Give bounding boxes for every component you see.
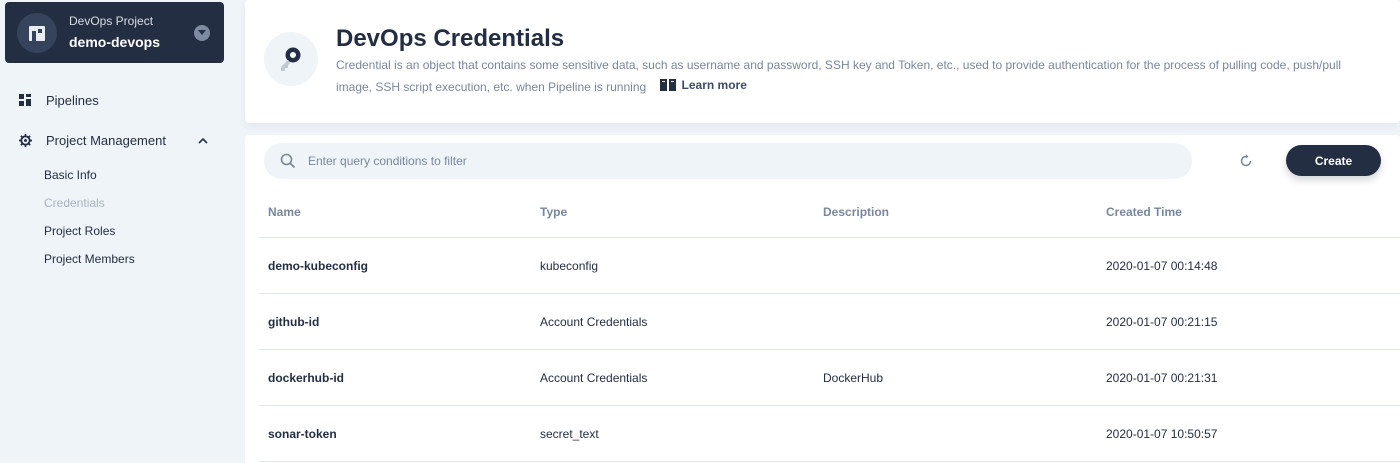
search-bar[interactable] <box>264 143 1192 179</box>
credential-created-time: 2020-01-07 00:21:15 <box>1106 314 1218 329</box>
gear-icon <box>18 134 32 148</box>
nav-project-management[interactable]: Project Management <box>18 133 166 148</box>
key-icon <box>264 32 318 86</box>
nav-pipelines-label: Pipelines <box>46 93 99 108</box>
nav-project-management-label: Project Management <box>46 133 166 148</box>
credentials-table: Name Type Description Created Time demo-… <box>259 187 1400 462</box>
book-icon <box>659 79 676 91</box>
credentials-panel: Create Name Type Description Created Tim… <box>245 135 1400 463</box>
credential-description: DockerHub <box>823 370 884 385</box>
project-kind: DevOps Project <box>69 14 154 28</box>
table-row[interactable]: github-id Account Credentials 2020-01-07… <box>259 294 1400 350</box>
chevron-down-icon[interactable] <box>194 24 210 41</box>
table-row[interactable]: demo-kubeconfig kubeconfig 2020-01-07 00… <box>259 238 1400 294</box>
credential-created-time: 2020-01-07 00:14:48 <box>1106 258 1218 273</box>
credential-type: kubeconfig <box>540 258 599 273</box>
credential-name[interactable]: dockerhub-id <box>259 371 530 385</box>
create-button[interactable]: Create <box>1286 145 1381 176</box>
page-title: DevOps Credentials <box>336 25 565 52</box>
column-name[interactable]: Name <box>259 205 530 219</box>
table-header: Name Type Description Created Time <box>259 187 1400 238</box>
credential-name[interactable]: github-id <box>259 315 530 329</box>
search-input[interactable] <box>308 154 1168 168</box>
credential-type: Account Credentials <box>540 314 648 329</box>
credential-type: Account Credentials <box>540 370 648 385</box>
refresh-icon[interactable] <box>1238 153 1254 169</box>
column-type[interactable]: Type <box>530 205 813 219</box>
project-selector[interactable]: DevOps Project demo-devops <box>5 2 224 63</box>
table-row[interactable]: dockerhub-id Account Credentials DockerH… <box>259 350 1400 406</box>
table-row[interactable]: sonar-token secret_text 2020-01-07 10:50… <box>259 406 1400 462</box>
page-header: DevOps Credentials Credential is an obje… <box>245 0 1400 123</box>
nav-pipelines[interactable]: Pipelines <box>18 93 99 108</box>
project-name: demo-devops <box>69 34 161 50</box>
credential-name[interactable]: demo-kubeconfig <box>259 259 530 273</box>
credential-created-time: 2020-01-07 10:50:57 <box>1106 426 1218 441</box>
sub-item-project-members[interactable]: Project Members <box>44 252 135 266</box>
chevron-up-icon[interactable] <box>196 134 210 148</box>
search-icon <box>280 153 296 169</box>
page-description-text: Credential is an object that contains so… <box>336 58 1342 94</box>
page-description: Credential is an object that contains so… <box>336 55 1376 97</box>
sidebar: DevOps Project demo-devops Pipelines Pro… <box>0 0 244 463</box>
sub-item-project-roles[interactable]: Project Roles <box>44 224 115 238</box>
column-description[interactable]: Description <box>813 205 1096 219</box>
column-created-time[interactable]: Created Time <box>1096 205 1400 219</box>
credential-created-time: 2020-01-07 00:21:31 <box>1106 370 1218 385</box>
credential-name[interactable]: sonar-token <box>259 427 530 441</box>
sub-item-credentials[interactable]: Credentials <box>44 196 105 210</box>
learn-more-link[interactable]: Learn more <box>659 75 747 95</box>
learn-more-label: Learn more <box>681 78 747 92</box>
devops-project-icon <box>17 12 57 53</box>
toolbar: Create <box>245 135 1400 187</box>
sub-item-basic-info[interactable]: Basic Info <box>44 168 97 182</box>
pipelines-icon <box>18 94 32 108</box>
credential-type: secret_text <box>540 426 599 441</box>
